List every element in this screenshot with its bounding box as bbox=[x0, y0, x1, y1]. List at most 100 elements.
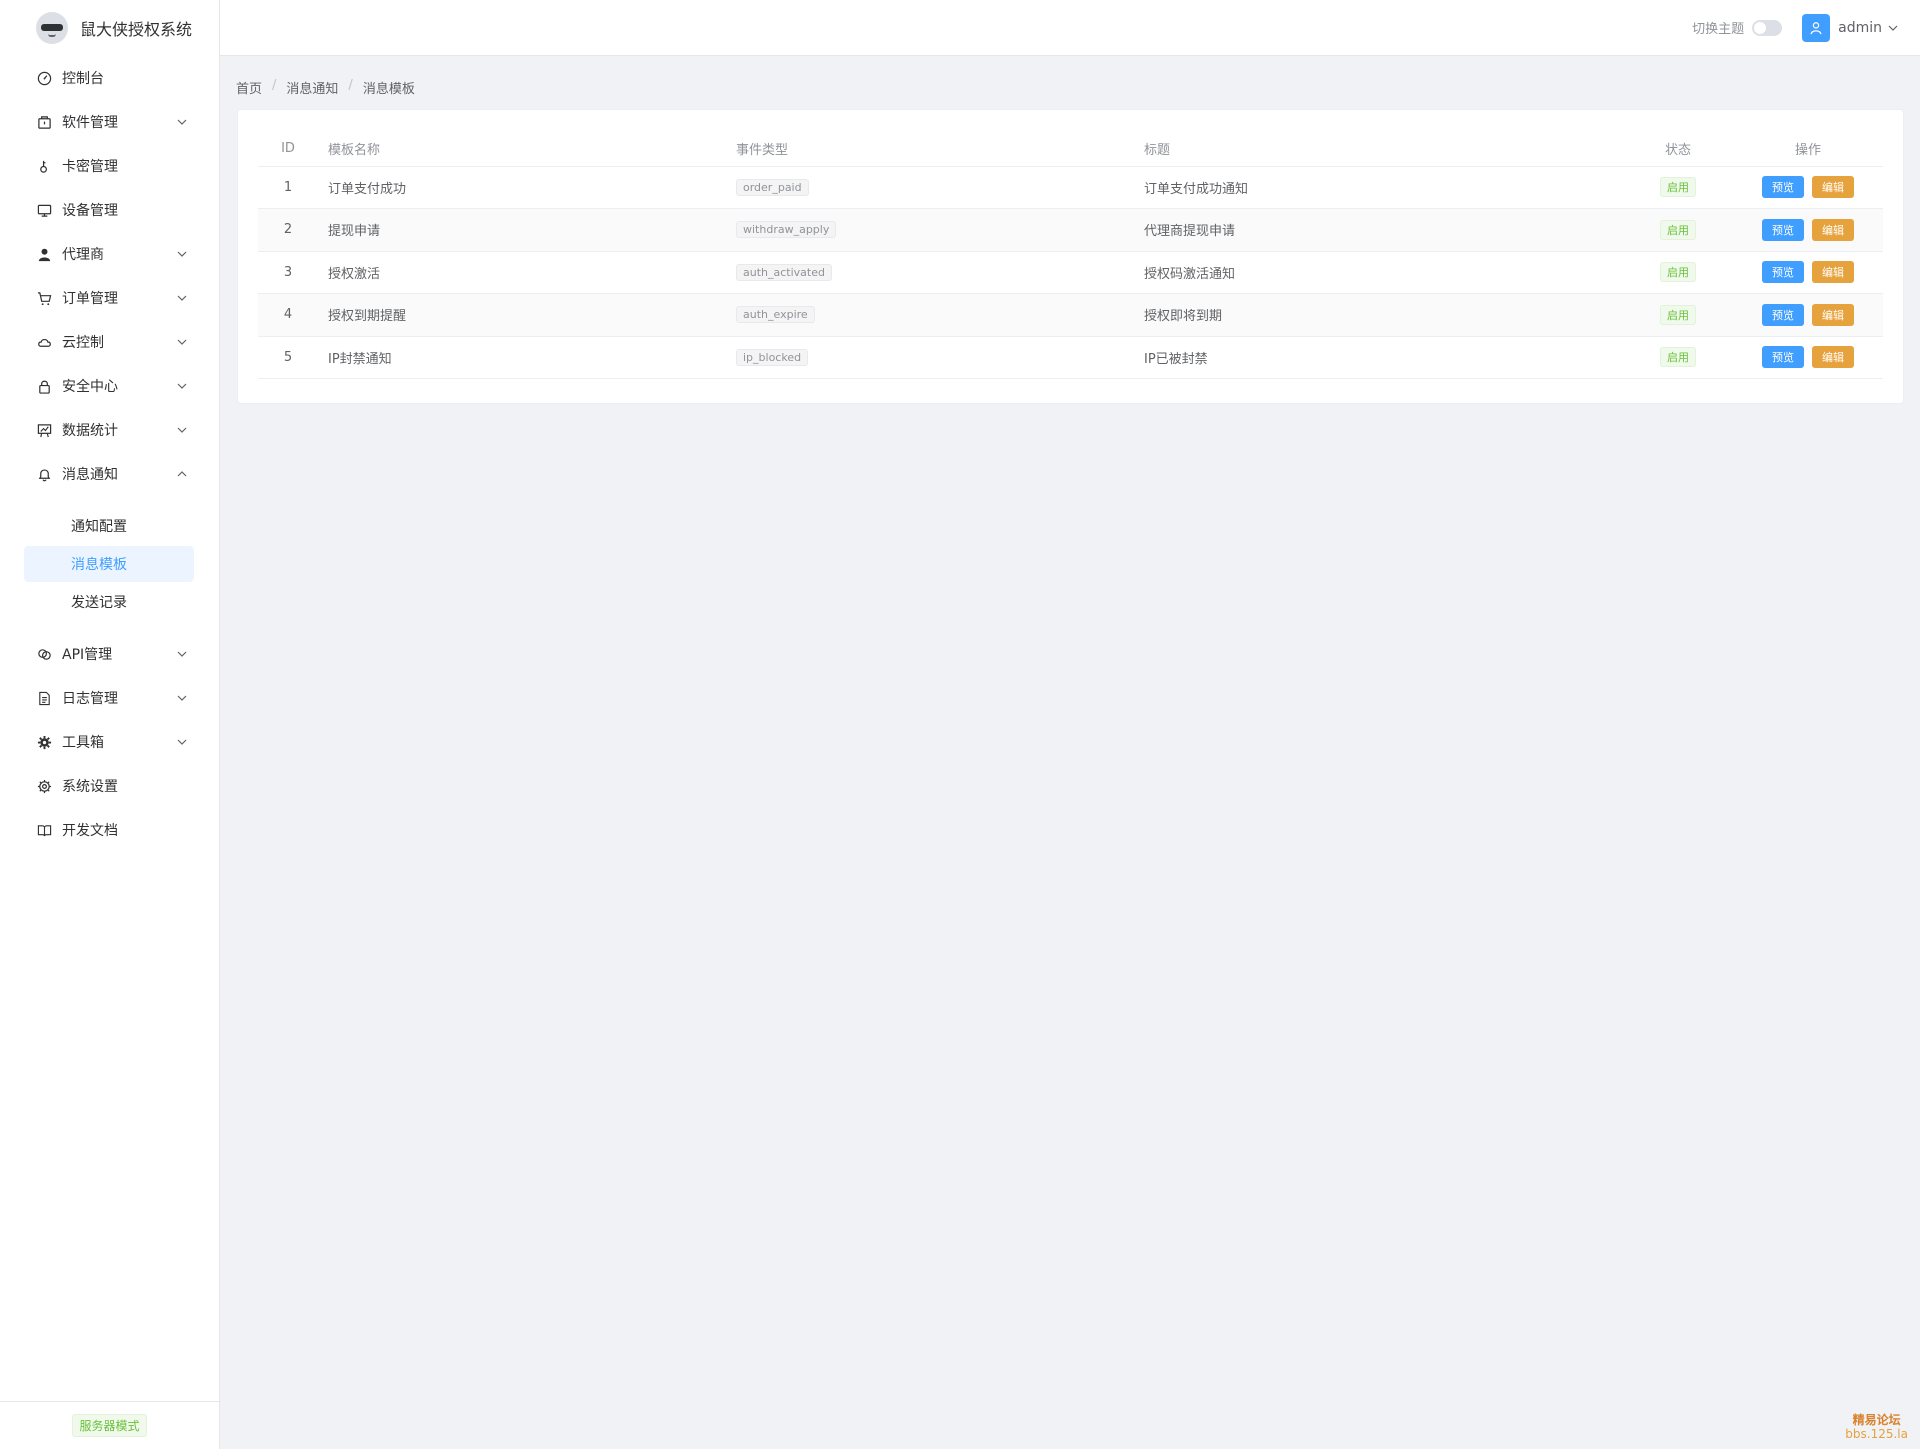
sidebar-menu: 控制台 软件管理 卡密管理 设备管理 代理商 订单管理 云控制 安全中心 数据统… bbox=[0, 56, 219, 852]
table-header-row: ID 模板名称 事件类型 标题 状态 操作 bbox=[258, 132, 1883, 167]
sidebar-item-settings[interactable]: 系统设置 bbox=[0, 764, 219, 808]
user-name[interactable]: admin bbox=[1838, 20, 1882, 36]
event-tag: withdraw_apply bbox=[736, 221, 837, 239]
table-row: 5 IP封禁通知 ip_blocked IP已被封禁 启用 预览 编辑 bbox=[258, 336, 1883, 379]
submenu-item-notify-config[interactable]: 通知配置 bbox=[24, 508, 195, 544]
edit-button[interactable]: 编辑 bbox=[1812, 261, 1854, 284]
sidebar-item-label: 数据统计 bbox=[62, 423, 118, 439]
edit-button[interactable]: 编辑 bbox=[1812, 218, 1854, 241]
sidebar-item-label: 订单管理 bbox=[62, 291, 118, 307]
gear-icon bbox=[36, 778, 52, 794]
sidebar-item-label: 设备管理 bbox=[62, 203, 118, 219]
preview-button[interactable]: 预览 bbox=[1762, 346, 1804, 369]
preview-button[interactable]: 预览 bbox=[1762, 261, 1804, 284]
sidebar-item-api[interactable]: API管理 bbox=[0, 632, 219, 676]
user-icon bbox=[36, 246, 52, 262]
sidebar-item-label: 安全中心 bbox=[62, 379, 118, 395]
sidebar-item-docs[interactable]: 开发文档 bbox=[0, 808, 219, 852]
cell-status: 启用 bbox=[1623, 208, 1733, 252]
sidebar-item-security[interactable]: 安全中心 bbox=[0, 364, 219, 408]
user-icon bbox=[1810, 21, 1822, 34]
cell-name: 订单支付成功 bbox=[318, 166, 726, 209]
lock-icon bbox=[36, 378, 52, 394]
avatar[interactable] bbox=[1802, 13, 1831, 42]
chevron-down-icon bbox=[175, 335, 189, 349]
submenu-item-send-records[interactable]: 发送记录 bbox=[24, 584, 195, 620]
cell-title: IP已被封禁 bbox=[1134, 336, 1623, 379]
watermark-line1: 精易论坛 bbox=[1852, 1413, 1901, 1427]
edit-button[interactable]: 编辑 bbox=[1812, 346, 1854, 369]
chevron-down-icon bbox=[175, 735, 189, 749]
brand-logo bbox=[36, 12, 68, 44]
preview-button[interactable]: 预览 bbox=[1762, 218, 1804, 241]
cell-event: ip_blocked bbox=[726, 336, 1134, 379]
chevron-down-icon bbox=[175, 691, 189, 705]
cell-event: auth_activated bbox=[726, 251, 1134, 294]
brand-title: 鼠大侠授权系统 bbox=[80, 20, 193, 39]
sidebar-item-label: 云控制 bbox=[62, 335, 104, 351]
cell-name: 授权到期提醒 bbox=[318, 293, 726, 337]
breadcrumb-home[interactable]: 首页 bbox=[236, 78, 262, 97]
theme-toggle-label: 切换主题 bbox=[1692, 22, 1745, 37]
notifications-submenu: 通知配置 消息模板 发送记录 bbox=[0, 496, 219, 632]
sidebar-item-dashboard[interactable]: 控制台 bbox=[0, 56, 219, 100]
sidebar-item-device[interactable]: 设备管理 bbox=[0, 188, 219, 232]
chevron-down-icon bbox=[175, 647, 189, 661]
status-badge: 启用 bbox=[1660, 347, 1696, 368]
edit-button[interactable]: 编辑 bbox=[1812, 303, 1854, 326]
document-icon bbox=[36, 690, 52, 706]
status-badge: 启用 bbox=[1660, 219, 1696, 240]
cell-actions: 预览 编辑 bbox=[1733, 208, 1883, 252]
template-table: ID 模板名称 事件类型 标题 状态 操作 1 订单支付成功 order_pai… bbox=[258, 132, 1883, 379]
status-badge: 启用 bbox=[1660, 304, 1696, 325]
monitor-icon bbox=[36, 202, 52, 218]
cell-event: withdraw_apply bbox=[726, 208, 1134, 252]
sidebar-item-label: 系统设置 bbox=[62, 779, 118, 795]
sidebar-item-notifications[interactable]: 消息通知 bbox=[0, 452, 219, 496]
cell-title: 代理商提现申请 bbox=[1134, 208, 1623, 252]
sidebar-item-logs[interactable]: 日志管理 bbox=[0, 676, 219, 720]
chevron-down-icon[interactable] bbox=[1888, 19, 1898, 37]
column-header-event: 事件类型 bbox=[726, 132, 1134, 167]
sidebar-item-label: 软件管理 bbox=[62, 115, 118, 131]
sidebar-item-agent[interactable]: 代理商 bbox=[0, 232, 219, 276]
sidebar-item-statistics[interactable]: 数据统计 bbox=[0, 408, 219, 452]
sidebar-item-orders[interactable]: 订单管理 bbox=[0, 276, 219, 320]
column-header-status: 状态 bbox=[1623, 132, 1733, 167]
cell-name: 授权激活 bbox=[318, 251, 726, 294]
event-tag: auth_activated bbox=[736, 263, 832, 281]
chevron-down-icon bbox=[175, 291, 189, 305]
cloud-icon bbox=[36, 334, 52, 350]
cell-event: auth_expire bbox=[726, 293, 1134, 337]
bell-icon bbox=[36, 466, 52, 482]
cell-id: 5 bbox=[258, 336, 318, 379]
cell-status: 启用 bbox=[1623, 336, 1733, 379]
breadcrumb-notifications[interactable]: 消息通知 bbox=[286, 78, 338, 97]
sidebar-item-cardkey[interactable]: 卡密管理 bbox=[0, 144, 219, 188]
brand: 鼠大侠授权系统 bbox=[0, 0, 219, 56]
column-header-actions: 操作 bbox=[1733, 132, 1883, 167]
package-icon bbox=[36, 114, 52, 130]
cell-actions: 预览 编辑 bbox=[1733, 336, 1883, 379]
breadcrumb-separator: / bbox=[348, 78, 353, 93]
server-mode-tag: 服务器模式 bbox=[72, 1414, 147, 1437]
chevron-down-icon bbox=[175, 423, 189, 437]
column-header-id: ID bbox=[258, 132, 318, 167]
theme-toggle-switch[interactable] bbox=[1752, 19, 1783, 36]
dashboard-icon bbox=[36, 70, 52, 86]
cell-name: IP封禁通知 bbox=[318, 336, 726, 379]
preview-button[interactable]: 预览 bbox=[1762, 303, 1804, 326]
tool-icon bbox=[36, 734, 52, 750]
cell-id: 4 bbox=[258, 293, 318, 337]
sidebar-item-toolbox[interactable]: 工具箱 bbox=[0, 720, 219, 764]
preview-button[interactable]: 预览 bbox=[1762, 176, 1804, 199]
cell-id: 3 bbox=[258, 251, 318, 294]
template-table-card: ID 模板名称 事件类型 标题 状态 操作 1 订单支付成功 order_pai… bbox=[237, 109, 1904, 404]
sidebar-item-cloud[interactable]: 云控制 bbox=[0, 320, 219, 364]
submenu-item-message-template[interactable]: 消息模板 bbox=[24, 546, 194, 582]
cell-name: 提现申请 bbox=[318, 208, 726, 252]
sidebar-item-software[interactable]: 软件管理 bbox=[0, 100, 219, 144]
edit-button[interactable]: 编辑 bbox=[1812, 176, 1854, 199]
sidebar-item-label: 控制台 bbox=[62, 71, 104, 87]
sidebar-item-label: 消息通知 bbox=[62, 467, 118, 483]
